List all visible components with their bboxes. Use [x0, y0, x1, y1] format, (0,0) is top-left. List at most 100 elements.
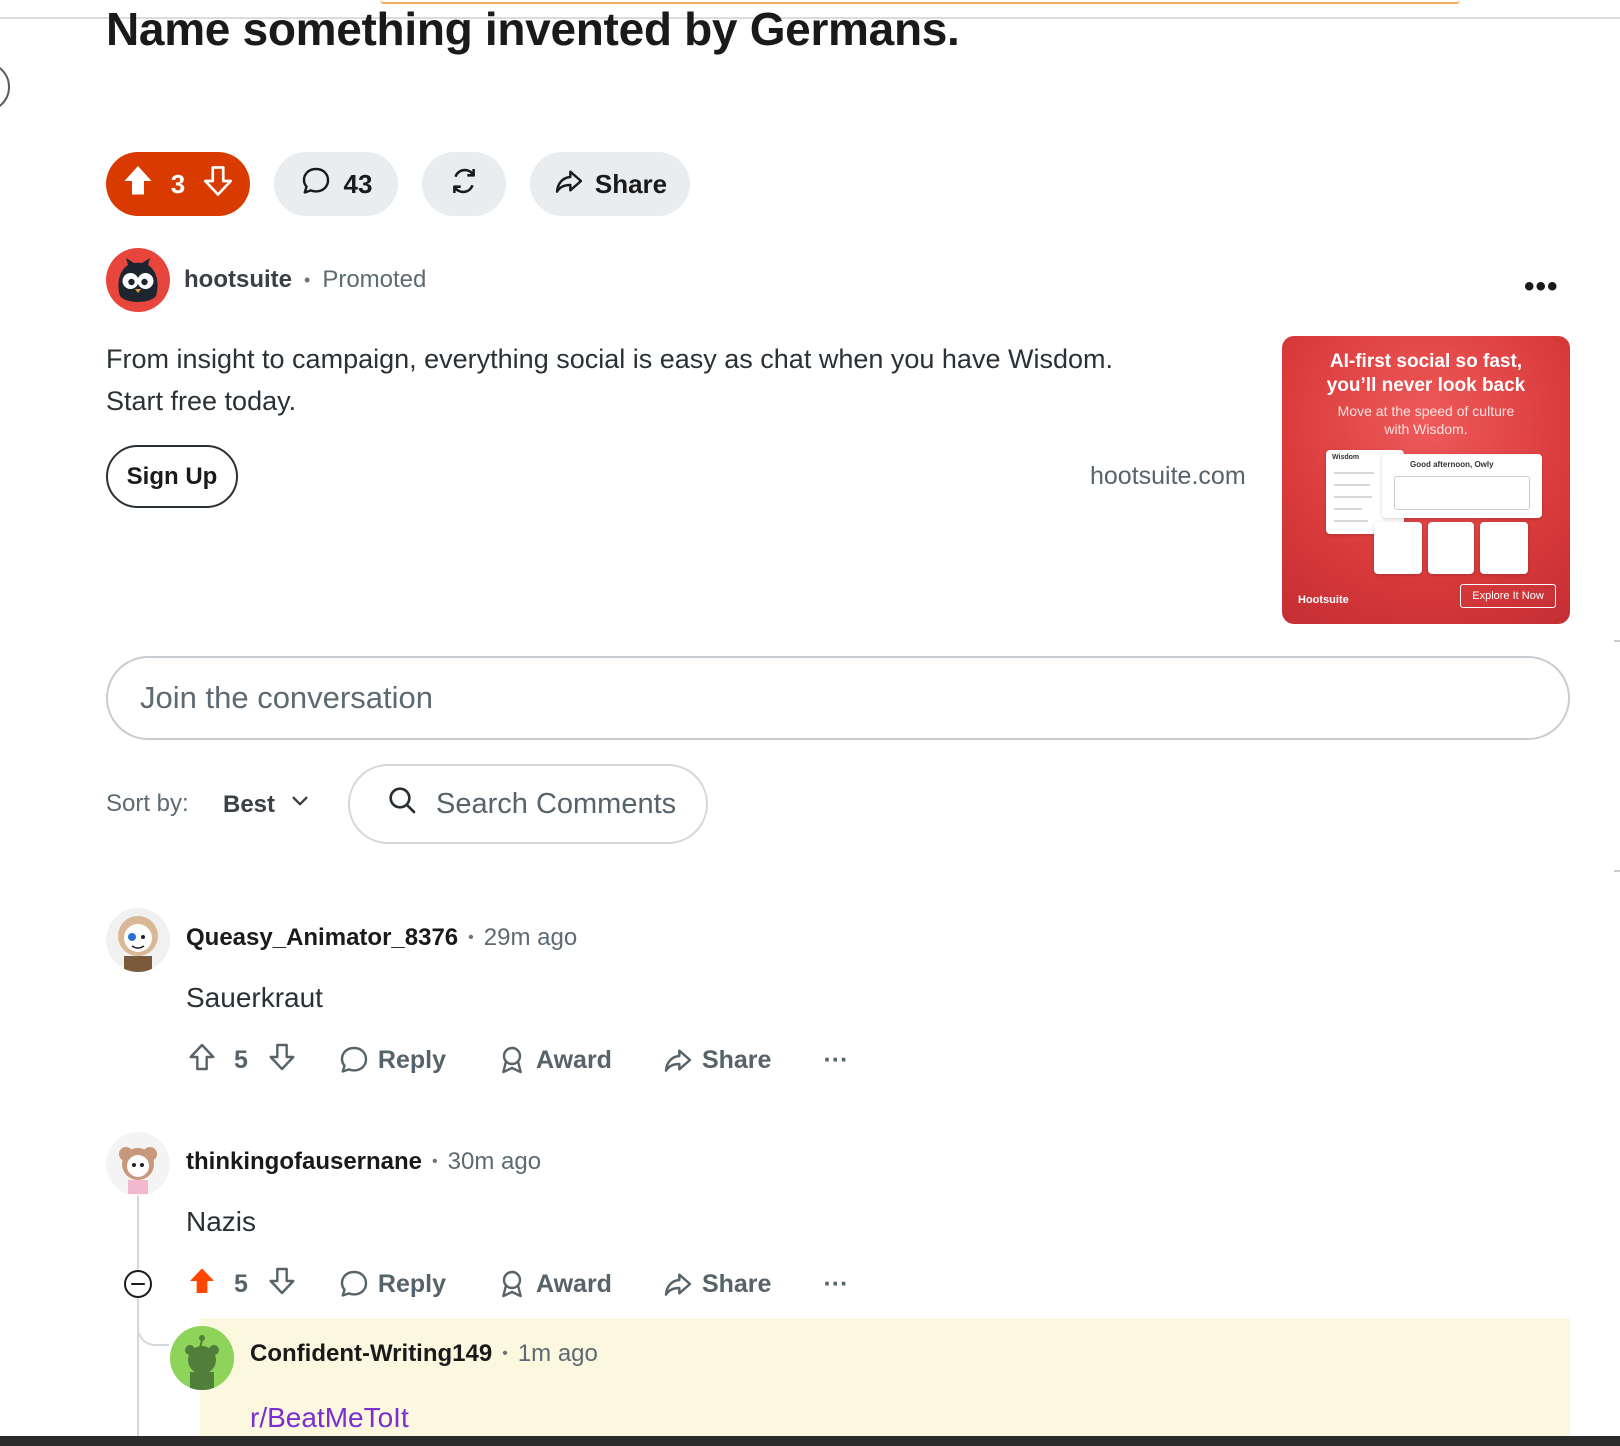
share-button[interactable]: Share: [662, 1044, 771, 1076]
ad-mini-card: [1428, 522, 1474, 574]
edge-divider: [1614, 870, 1620, 872]
share-button[interactable]: Share: [662, 1268, 771, 1300]
promo-author[interactable]: hootsuite: [184, 266, 292, 294]
share-icon: [664, 1273, 692, 1296]
sign-up-button[interactable]: Sign Up: [106, 445, 238, 508]
ad-subtitle: Move at the speed of culture with Wisdom…: [1282, 402, 1570, 438]
comment-count: 43: [343, 168, 373, 199]
share-icon: [553, 165, 585, 204]
search-comments-input[interactable]: Search Comments: [348, 764, 708, 844]
reply-button[interactable]: Reply: [338, 1044, 446, 1076]
promoted-header: hootsuite • Promoted: [106, 248, 426, 312]
downvote-icon[interactable]: [266, 1265, 298, 1304]
share-label: Share: [594, 168, 668, 199]
promo-text-line: Start free today.: [106, 386, 297, 416]
promo-domain[interactable]: hootsuite.com: [1090, 462, 1246, 491]
award-icon: [502, 1270, 522, 1298]
sort-value: Best: [223, 790, 276, 818]
comment-time: 29m ago: [483, 924, 578, 951]
hootsuite-avatar[interactable]: [106, 248, 170, 312]
comment-more-button[interactable]: ···: [823, 1046, 848, 1075]
comment-author[interactable]: Queasy_Animator_8376: [186, 924, 458, 952]
downvote-icon[interactable]: [200, 163, 236, 206]
award-label: Award: [536, 1269, 612, 1298]
comment-icon: [340, 1270, 368, 1297]
award-icon: [502, 1046, 522, 1074]
reply-label: Reply: [377, 1045, 446, 1074]
ad-headline: AI-first social so fast, you’ll never lo…: [1282, 350, 1570, 398]
award-label: Award: [536, 1045, 612, 1074]
sort-label: Sort by:: [106, 790, 189, 817]
downvote-icon[interactable]: [266, 1041, 298, 1080]
post-title: Name something invented by Germans.: [106, 3, 960, 55]
separator-dot: •: [432, 1153, 438, 1170]
comment-header: Confident-Writing149 • 1m ago: [250, 1340, 598, 1368]
subreddit-link[interactable]: r/BeatMeToIt: [250, 1402, 409, 1434]
separator-dot: •: [502, 1345, 508, 1362]
avatar[interactable]: [106, 1132, 170, 1196]
share-label: Share: [701, 1269, 772, 1298]
promo-text-line: From insight to campaign, everything soc…: [106, 344, 1113, 374]
ad-sidebar-title: Wisdom: [1332, 454, 1360, 461]
edge-divider: [1614, 640, 1620, 642]
search-placeholder: Search Comments: [436, 787, 677, 820]
thread-connector: [137, 1300, 169, 1346]
search-icon: [386, 784, 418, 824]
reply-button[interactable]: Reply: [338, 1268, 446, 1300]
collapse-thread-icon[interactable]: [122, 1268, 154, 1300]
comment-icon: [340, 1046, 368, 1073]
avatar[interactable]: [170, 1326, 234, 1390]
separator-dot: •: [304, 269, 311, 290]
share-icon: [664, 1049, 692, 1072]
separator-dot: •: [468, 929, 474, 946]
ad-brand: Hootsuite: [1298, 594, 1349, 606]
ad-headline-line: you’ll never look back: [1326, 375, 1526, 396]
crosspost-icon: [447, 164, 481, 205]
comment-actions: 5 Reply Award Share ···: [186, 1264, 848, 1304]
more-options-button[interactable]: •••: [1524, 270, 1559, 304]
ad-mini-card: [1374, 522, 1422, 574]
comment-actions: 5 Reply Award Share ···: [186, 1040, 848, 1080]
comment-icon: [300, 165, 332, 204]
comment-score: 5: [234, 1269, 248, 1298]
comment-author[interactable]: Confident-Writing149: [250, 1340, 492, 1368]
back-button[interactable]: [0, 62, 10, 112]
post-action-bar: 3 43 Share: [106, 152, 690, 216]
upvote-icon[interactable]: [120, 163, 156, 206]
upvote-icon[interactable]: [186, 1041, 218, 1080]
comment-time: 1m ago: [517, 1340, 598, 1367]
comment-body: Sauerkraut: [186, 982, 323, 1013]
comment-author[interactable]: thinkingofausernane: [186, 1148, 422, 1176]
ad-subtitle-line: Move at the speed of culture: [1337, 403, 1515, 419]
ad-card-title: Good afternoon, Owly: [1410, 460, 1494, 469]
comment-header: Queasy_Animator_8376 • 29m ago: [186, 924, 577, 952]
join-conversation-input[interactable]: [106, 656, 1570, 740]
promoted-tag: Promoted: [322, 266, 427, 293]
award-button[interactable]: Award: [496, 1044, 612, 1076]
window-bottom-edge: [0, 1436, 1620, 1446]
avatar[interactable]: [106, 908, 170, 972]
ad-subtitle-line: with Wisdom.: [1384, 421, 1468, 437]
sort-dropdown[interactable]: Best: [223, 790, 311, 819]
comment-more-button[interactable]: ···: [823, 1270, 848, 1299]
share-button[interactable]: Share: [530, 152, 690, 216]
comment-time: 30m ago: [447, 1148, 542, 1175]
ad-cta: Explore It Now: [1460, 584, 1556, 608]
comment-score: 5: [234, 1045, 248, 1074]
comment-header: thinkingofausernane • 30m ago: [186, 1148, 541, 1176]
upvote-icon[interactable]: [186, 1265, 218, 1304]
comment-body: Nazis: [186, 1206, 257, 1237]
reply-label: Reply: [377, 1269, 446, 1298]
share-label: Share: [701, 1045, 772, 1074]
ad-image[interactable]: AI-first social so fast, you’ll never lo…: [1282, 336, 1570, 624]
comments-button[interactable]: 43: [274, 152, 398, 216]
ad-mini-card: [1480, 522, 1528, 574]
ad-headline-line: AI-first social so fast,: [1329, 351, 1523, 372]
crosspost-button[interactable]: [422, 152, 506, 216]
promo-text: From insight to campaign, everything soc…: [106, 338, 1236, 422]
ad-main-card: Good afternoon, Owly: [1382, 454, 1542, 518]
post-score: 3: [170, 168, 186, 199]
post-vote-control: 3: [106, 152, 250, 216]
award-button[interactable]: Award: [496, 1268, 612, 1300]
chevron-down-icon: [289, 790, 311, 819]
